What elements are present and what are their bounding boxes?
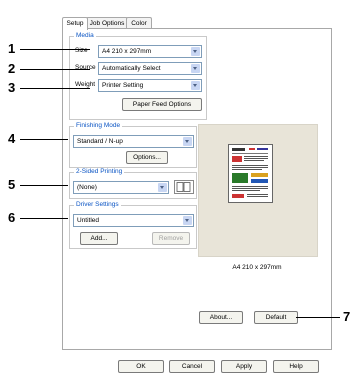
booklet-icon[interactable]	[174, 180, 194, 194]
finishing-options-button[interactable]: Options...	[126, 151, 168, 164]
two-sided-title: 2-Sided Printing	[74, 168, 125, 175]
two-sided-group: 2-Sided Printing (None)	[69, 168, 197, 199]
two-sided-select[interactable]: (None)	[73, 181, 169, 194]
finishing-mode-value: Standard / N-up	[77, 138, 123, 145]
callout-6: 6	[8, 210, 16, 225]
callout-line-3	[20, 88, 90, 89]
tab-setup[interactable]: Setup	[62, 17, 88, 30]
callout-line-2	[20, 69, 90, 70]
ok-button[interactable]: OK	[118, 360, 164, 373]
size-select[interactable]: A4 210 x 297mm	[98, 45, 202, 58]
remove-button[interactable]: Remove	[152, 232, 190, 245]
weight-label: Weight	[75, 81, 96, 88]
preview-caption: A4 210 x 297mm	[232, 264, 282, 271]
source-select[interactable]: Automatically Select	[98, 62, 202, 75]
default-button[interactable]: Default	[254, 311, 298, 324]
chevron-down-icon[interactable]	[158, 183, 167, 192]
page-thumbnail	[228, 144, 273, 203]
paper-feed-options-button[interactable]: Paper Feed Options	[122, 98, 202, 111]
callout-1: 1	[8, 41, 16, 56]
about-button[interactable]: About...	[199, 311, 243, 324]
weight-value: Printer Setting	[102, 82, 144, 89]
chevron-down-icon[interactable]	[183, 216, 192, 225]
two-sided-value: (None)	[77, 184, 97, 191]
callout-5: 5	[8, 177, 16, 192]
driver-settings-title: Driver Settings	[74, 201, 121, 208]
weight-select[interactable]: Printer Setting	[98, 79, 202, 92]
callout-2: 2	[8, 61, 16, 76]
chevron-down-icon[interactable]	[191, 81, 200, 90]
size-value: A4 210 x 297mm	[102, 48, 152, 55]
apply-button[interactable]: Apply	[221, 360, 267, 373]
driver-settings-select[interactable]: Untitled	[73, 214, 194, 227]
callout-line-4	[20, 139, 68, 140]
page-preview	[198, 124, 318, 257]
help-button[interactable]: Help	[273, 360, 319, 373]
cancel-button[interactable]: Cancel	[169, 360, 215, 373]
chevron-down-icon[interactable]	[191, 47, 200, 56]
callout-line-1	[20, 49, 90, 50]
callout-line-6	[20, 218, 68, 219]
add-button[interactable]: Add...	[80, 232, 118, 245]
callout-3: 3	[8, 80, 16, 95]
driver-settings-group: Driver Settings Untitled Add... Remove	[69, 201, 197, 249]
callout-7: 7	[343, 309, 351, 324]
callout-line-5	[20, 185, 68, 186]
source-value: Automatically Select	[102, 65, 161, 72]
callout-line-7	[296, 317, 340, 318]
finishing-mode-group: Finishing Mode Standard / N-up Options..…	[69, 122, 197, 168]
callout-4: 4	[8, 131, 16, 146]
chevron-down-icon[interactable]	[191, 64, 200, 73]
driver-settings-value: Untitled	[77, 217, 100, 224]
media-group-title: Media	[74, 32, 96, 39]
finishing-mode-select[interactable]: Standard / N-up	[73, 135, 194, 148]
finishing-mode-title: Finishing Mode	[74, 122, 123, 129]
chevron-down-icon[interactable]	[183, 137, 192, 146]
